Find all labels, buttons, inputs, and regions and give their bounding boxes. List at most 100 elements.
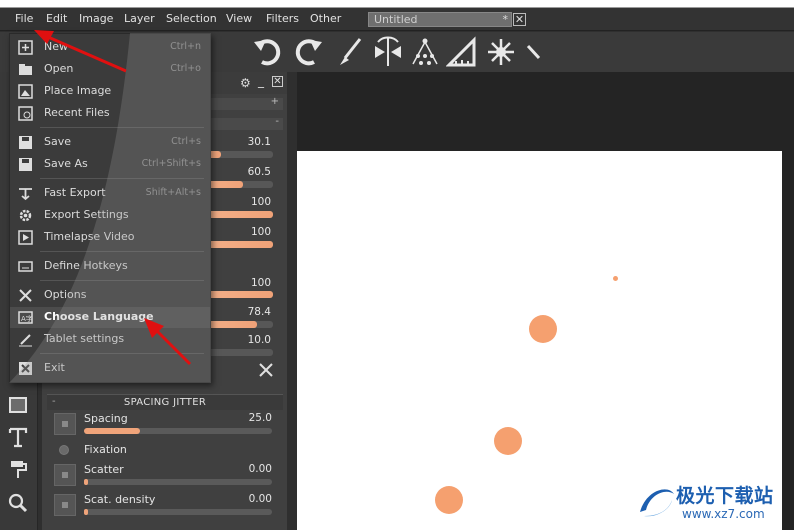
slider-value: 30.1 [247,136,271,148]
spacing-toggle[interactable] [54,413,76,435]
perspective-icon[interactable] [410,36,440,68]
panel-close-icon[interactable]: ✕ [272,76,283,87]
collapse-marker: - [52,396,56,407]
paint-roller-icon[interactable] [7,459,29,481]
menu-item-label: Timelapse Video [44,230,135,243]
spacing-row[interactable]: Spacing 25.0 [52,411,282,439]
keyboard-icon [18,261,33,272]
text-tool-icon[interactable] [7,426,29,448]
menu-item-new[interactable]: New Ctrl+n [10,37,210,58]
menu-layer[interactable]: Layer [124,12,155,25]
brush-dot [529,315,557,343]
save-icon [19,136,32,149]
menu-item-label: Fast Export [44,186,106,199]
menu-item-exit[interactable]: Exit [10,358,210,379]
video-icon [18,230,33,245]
menu-item-shortcut: Ctrl+Shift+s [141,158,201,169]
menu-item-place-image[interactable]: Place Image [10,81,210,102]
watermark: 极光下载站 www.xz7.com [636,478,794,530]
menu-item-label: New [44,40,68,53]
menu-separator [40,280,204,281]
recent-files-icon [18,106,33,121]
scatter-label: Scatter [84,463,124,476]
spacing-jitter-title: SPACING JITTER [123,397,207,408]
slider-value: 10.0 [247,334,271,346]
panel-minimize-icon[interactable]: _ [258,74,264,88]
ruler-triangle-icon[interactable] [446,36,476,68]
fixation-radio[interactable] [59,445,69,455]
menu-item-timelapse-video[interactable]: Timelapse Video [10,227,210,248]
file-menu-dropdown: New Ctrl+n Open Ctrl+o Place Image Recen… [9,33,211,383]
menu-item-export-settings[interactable]: Export Settings [10,205,210,226]
save-as-icon [19,158,32,171]
menu-item-tablet-settings[interactable]: Tablet settings [10,329,210,350]
document-tab[interactable]: Untitled * [368,12,512,27]
menu-item-options[interactable]: Options [10,285,210,306]
menu-item-label: Save [44,135,72,148]
spacing-label: Spacing [84,412,128,425]
brush-dot [494,427,522,455]
scatter-row[interactable]: Scatter 0.00 [52,462,282,490]
rectangle-tool-icon[interactable] [7,394,29,416]
close-tab-icon[interactable]: ✕ [513,13,526,26]
menu-selection[interactable]: Selection [166,12,217,25]
menu-item-save[interactable]: Save Ctrl+s [10,132,210,153]
menu-item-choose-language[interactable]: A字 Choose Language [10,307,210,328]
menu-item-fast-export[interactable]: Fast Export Shift+Alt+s [10,183,210,204]
export-icon [19,188,32,201]
menu-bar: File Edit Image Layer Selection View Fil… [0,8,794,31]
brush-icon[interactable] [336,36,364,68]
menu-item-recent-files[interactable]: Recent Files [10,103,210,124]
menu-item-label: Choose Language [44,310,154,323]
spacing-jitter-header[interactable]: - SPACING JITTER [47,394,283,410]
ruler-icon[interactable] [524,36,542,68]
brush-dot [435,486,463,514]
menu-item-open[interactable]: Open Ctrl+o [10,59,210,80]
menu-filters[interactable]: Filters [266,12,299,25]
watermark-logo-icon [640,489,674,517]
scat-density-fill [84,509,88,515]
place-image-icon [18,84,33,99]
menu-item-save-as[interactable]: Save As Ctrl+Shift+s [10,154,210,175]
scat-density-toggle[interactable] [54,494,76,516]
menu-other[interactable]: Other [310,12,341,25]
menu-item-label: Options [44,288,87,301]
document-tab-title: Untitled [374,13,418,26]
menu-edit[interactable]: Edit [46,12,67,25]
slider-value: 78.4 [247,306,271,318]
undo-icon[interactable] [252,36,286,68]
menu-separator [40,178,204,179]
panel-gear-icon[interactable]: ⚙ [240,76,251,90]
scat-density-row[interactable]: Scat. density 0.00 [52,492,282,520]
brush-dot [613,276,618,281]
spacing-value: 25.0 [248,412,272,424]
menu-item-define-hotkeys[interactable]: Define Hotkeys [10,256,210,277]
tablet-pen-icon [19,334,32,347]
svg-text:A字: A字 [21,314,33,323]
wrench-icon[interactable] [258,362,274,378]
menu-file[interactable]: File [15,12,33,25]
spacing-slider[interactable] [84,428,272,434]
menu-item-shortcut: Ctrl+o [170,63,201,74]
scatter-fill [84,479,88,485]
fixation-row[interactable]: Fixation [52,442,282,460]
language-icon: A字 [18,311,33,324]
menu-view[interactable]: View [226,12,252,25]
menu-image[interactable]: Image [79,12,113,25]
menu-item-label: Define Hotkeys [44,259,128,272]
redo-icon[interactable] [290,36,324,68]
scat-density-slider[interactable] [84,509,272,515]
symmetry-icon[interactable] [372,36,404,68]
menu-item-label: Tablet settings [44,332,125,345]
menu-item-label: Save As [44,157,88,170]
close-icon [19,362,32,375]
menu-separator [40,353,204,354]
scatter-toggle[interactable] [54,464,76,486]
zoom-tool-icon[interactable] [7,492,29,514]
scatter-slider[interactable] [84,479,272,485]
menu-item-label: Exit [44,361,65,374]
mandala-icon[interactable] [485,36,517,68]
modified-indicator: * [502,13,509,26]
menu-item-label: Export Settings [44,208,129,221]
open-folder-icon [19,64,32,75]
